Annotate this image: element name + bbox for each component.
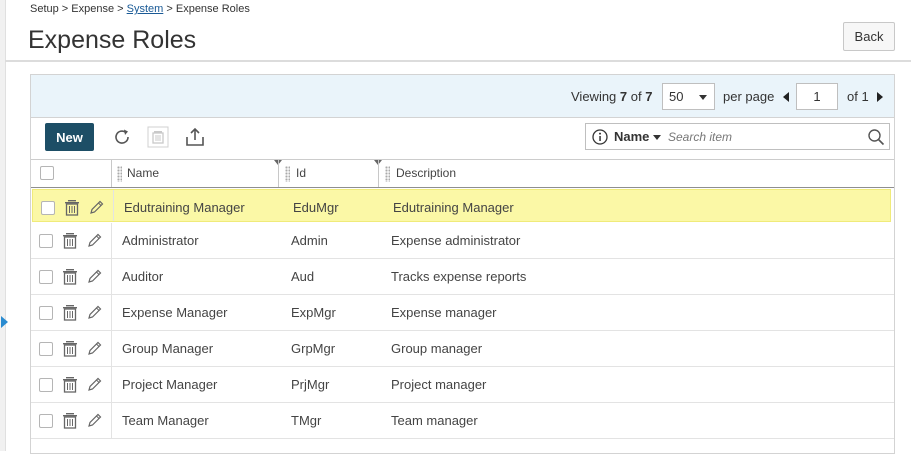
row-name[interactable]: Auditor bbox=[122, 269, 163, 284]
left-rail bbox=[0, 0, 6, 451]
row-name[interactable]: Group Manager bbox=[122, 341, 213, 356]
trash-icon[interactable] bbox=[147, 126, 169, 148]
refresh-icon[interactable] bbox=[111, 126, 133, 148]
new-button[interactable]: New bbox=[45, 123, 94, 151]
breadcrumb-prefix: Setup > Expense > bbox=[30, 3, 127, 15]
edit-icon[interactable] bbox=[88, 199, 104, 216]
delete-icon[interactable] bbox=[62, 376, 78, 393]
delete-icon[interactable] bbox=[64, 199, 80, 216]
row-checkbox[interactable] bbox=[39, 378, 53, 392]
breadcrumb-link-system[interactable]: System bbox=[127, 3, 164, 15]
edit-icon[interactable] bbox=[86, 376, 102, 393]
row-checkbox[interactable] bbox=[39, 270, 53, 284]
column-divider bbox=[378, 160, 379, 187]
search-field-select[interactable]: Name bbox=[614, 129, 649, 144]
search-input[interactable]: Search item bbox=[668, 130, 732, 144]
row-id: Aud bbox=[291, 269, 315, 284]
row-description: Tracks expense reports bbox=[391, 269, 527, 284]
row-id: TMgr bbox=[291, 413, 322, 428]
delete-icon[interactable] bbox=[62, 304, 78, 321]
column-divider bbox=[111, 331, 112, 366]
table-row[interactable]: Team Manager TMgr Team manager bbox=[31, 403, 894, 439]
chevron-down-icon bbox=[699, 95, 707, 100]
row-id: Admin bbox=[291, 233, 328, 248]
table-row[interactable]: Group Manager GrpMgr Group manager bbox=[31, 331, 894, 367]
row-checkbox[interactable] bbox=[39, 414, 53, 428]
delete-icon[interactable] bbox=[62, 412, 78, 429]
column-divider bbox=[111, 295, 112, 330]
row-name[interactable]: Administrator bbox=[122, 233, 199, 248]
row-description: Edutraining Manager bbox=[393, 200, 514, 215]
table-row[interactable]: Administrator Admin Expense administrator bbox=[31, 223, 894, 259]
select-all-checkbox[interactable] bbox=[40, 166, 54, 180]
row-name[interactable]: Team Manager bbox=[122, 413, 209, 428]
row-id: EduMgr bbox=[293, 200, 339, 215]
row-description: Expense administrator bbox=[391, 233, 521, 248]
edit-icon[interactable] bbox=[86, 304, 102, 321]
grid-toolbar: New Name Search item bbox=[31, 118, 894, 159]
edit-icon[interactable] bbox=[86, 340, 102, 357]
column-divider bbox=[111, 223, 112, 258]
delete-icon[interactable] bbox=[62, 340, 78, 357]
row-description: Group manager bbox=[391, 341, 483, 356]
column-resize-handle[interactable] bbox=[117, 166, 122, 182]
row-id: ExpMgr bbox=[291, 305, 336, 320]
column-divider bbox=[111, 259, 112, 294]
table-row[interactable]: Project Manager PrjMgr Project manager bbox=[31, 367, 894, 403]
row-checkbox[interactable] bbox=[39, 306, 53, 320]
row-description: Team manager bbox=[391, 413, 478, 428]
title-divider bbox=[5, 60, 911, 62]
chevron-down-icon[interactable] bbox=[653, 135, 661, 140]
table-row[interactable]: Expense Manager ExpMgr Expense manager bbox=[31, 295, 894, 331]
expand-panel-arrow-icon[interactable] bbox=[1, 316, 8, 328]
export-icon[interactable] bbox=[184, 126, 206, 148]
page-title: Expense Roles bbox=[28, 26, 197, 54]
row-id: GrpMgr bbox=[291, 341, 336, 356]
delete-icon[interactable] bbox=[62, 232, 78, 249]
column-divider bbox=[113, 190, 114, 221]
edit-icon[interactable] bbox=[86, 412, 102, 429]
row-name[interactable]: Project Manager bbox=[122, 377, 217, 392]
grid-header: Name Id Description bbox=[31, 159, 894, 188]
delete-icon[interactable] bbox=[62, 268, 78, 285]
page-number-input[interactable]: 1 bbox=[796, 83, 838, 110]
edit-icon[interactable] bbox=[86, 232, 102, 249]
column-divider bbox=[278, 160, 279, 187]
search-icon[interactable] bbox=[867, 128, 885, 146]
info-icon[interactable] bbox=[592, 129, 608, 145]
column-header-description[interactable]: Description bbox=[396, 160, 456, 187]
roles-grid-panel: Viewing 7 of 7 50 per page 1 of 1 New Na… bbox=[30, 74, 895, 454]
row-checkbox[interactable] bbox=[39, 234, 53, 248]
column-divider bbox=[111, 160, 112, 187]
row-checkbox[interactable] bbox=[41, 201, 55, 215]
column-resize-handle[interactable] bbox=[285, 166, 290, 182]
row-description: Expense manager bbox=[391, 305, 497, 320]
viewing-count: Viewing 7 of 7 bbox=[571, 89, 653, 104]
column-divider bbox=[111, 367, 112, 402]
breadcrumb-suffix: > Expense Roles bbox=[163, 3, 250, 15]
edit-icon[interactable] bbox=[86, 268, 102, 285]
column-header-name[interactable]: Name bbox=[127, 160, 159, 187]
row-name[interactable]: Edutraining Manager bbox=[124, 200, 245, 215]
previous-page-icon[interactable] bbox=[783, 92, 789, 102]
column-resize-handle[interactable] bbox=[385, 166, 390, 182]
search-box: Name Search item bbox=[585, 123, 890, 150]
per-page-label: per page bbox=[723, 89, 775, 104]
total-pages-label: of 1 bbox=[847, 89, 869, 104]
table-row[interactable]: Auditor Aud Tracks expense reports bbox=[31, 259, 894, 295]
pager-bar: Viewing 7 of 7 50 per page 1 of 1 bbox=[31, 75, 894, 118]
column-divider bbox=[111, 403, 112, 438]
column-header-id[interactable]: Id bbox=[296, 160, 306, 187]
table-row[interactable]: Edutraining Manager EduMgr Edutraining Man… bbox=[32, 189, 891, 222]
per-page-select[interactable]: 50 bbox=[662, 83, 715, 110]
next-page-icon[interactable] bbox=[877, 92, 883, 102]
breadcrumb: Setup > Expense > System > Expense Roles bbox=[30, 3, 250, 15]
back-button[interactable]: Back bbox=[843, 22, 895, 51]
row-description: Project manager bbox=[391, 377, 487, 392]
row-checkbox[interactable] bbox=[39, 342, 53, 356]
row-name[interactable]: Expense Manager bbox=[122, 305, 228, 320]
row-id: PrjMgr bbox=[291, 377, 330, 392]
